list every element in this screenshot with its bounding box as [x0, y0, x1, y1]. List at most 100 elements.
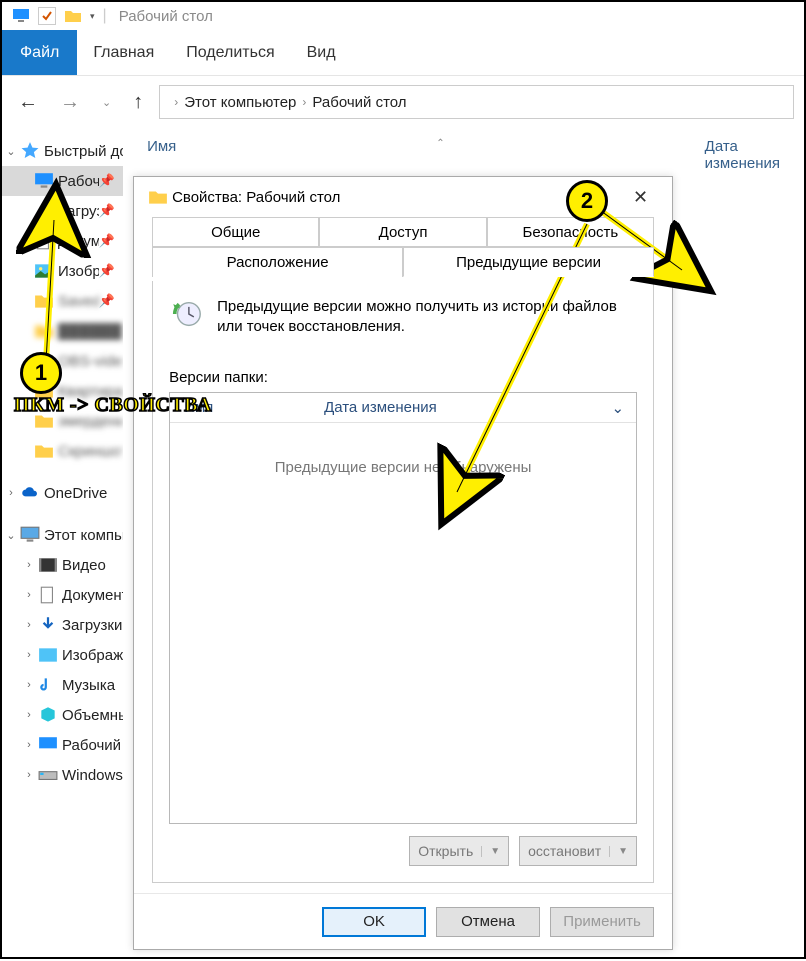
folder-icon: [34, 322, 54, 340]
dialog-titlebar[interactable]: Свойства: Рабочий стол ✕: [134, 177, 672, 217]
forward-button[interactable]: →: [54, 87, 86, 118]
monitor-icon: [12, 7, 30, 25]
up-button[interactable]: ↑: [127, 87, 149, 118]
music-icon: [38, 676, 58, 694]
breadcrumb-this-pc[interactable]: Этот компьютер: [184, 94, 296, 111]
restore-button[interactable]: осстановит▼: [519, 836, 637, 866]
tab-security[interactable]: Безопасность: [487, 217, 654, 247]
address-bar[interactable]: › Этот компьютер › Рабочий стол: [159, 85, 794, 119]
versions-listbox[interactable]: Имя Дата изменения ⌄ Предыдущие версии н…: [169, 392, 637, 824]
pin-icon: 📌: [99, 173, 115, 189]
ribbon-tabs: Файл Главная Поделиться Вид: [2, 30, 804, 76]
content-area: Имя ⌃ Дата изменения Свойства: Рабочий с…: [123, 128, 804, 957]
folder-icon: [34, 412, 54, 430]
sort-indicator-icon: ⌄: [611, 399, 624, 417]
tab-previous-versions[interactable]: Предыдущие версии: [403, 247, 654, 277]
folder-icon: [34, 292, 54, 310]
sidebar-music[interactable]: › Музыка: [2, 670, 123, 700]
folder-icon: [34, 382, 54, 400]
sidebar-folder-blurred[interactable]: ██████: [2, 316, 123, 346]
sidebar-downloads[interactable]: Загрузки 📌: [2, 196, 123, 226]
nav-toolbar: ← → ⌄ ↑ › Этот компьютер › Рабочий стол: [2, 76, 804, 128]
pin-icon: 📌: [99, 233, 115, 249]
sidebar-folder-blurred[interactable]: Saved📌: [2, 286, 123, 316]
folder-icon: [148, 188, 168, 206]
sidebar-folder-blurred[interactable]: эмердение: [2, 406, 123, 436]
sidebar-pictures[interactable]: Изображения 📌: [2, 256, 123, 286]
chevron-down-icon: ▼: [481, 846, 500, 857]
quick-access-toolbar-dropdown[interactable]: ▾: [90, 11, 95, 22]
monitor-icon: [34, 172, 54, 190]
star-icon: [20, 142, 40, 160]
sidebar-folder-blurred[interactable]: OBS-video: [2, 346, 123, 376]
dialog-buttons: OK Отмена Применить: [134, 893, 672, 949]
sidebar-onedrive[interactable]: › OneDrive: [2, 478, 123, 508]
sidebar-downloads-pc[interactable]: › Загрузки: [2, 610, 123, 640]
versions-columns[interactable]: Имя Дата изменения ⌄: [170, 393, 636, 423]
pictures-icon: [34, 262, 54, 280]
drive-icon: [38, 766, 58, 784]
pin-icon: 📌: [99, 203, 115, 219]
documents-icon: [38, 586, 58, 604]
close-button[interactable]: ✕: [623, 183, 658, 212]
downloads-icon: [34, 202, 54, 220]
tab-sharing[interactable]: Доступ: [319, 217, 486, 247]
folder-icon: [34, 352, 54, 370]
back-button[interactable]: ←: [12, 87, 44, 118]
sidebar-3d-objects[interactable]: › Объемные объе: [2, 700, 123, 730]
cloud-icon: [20, 484, 40, 502]
video-icon: [38, 556, 58, 574]
folder-icon: [34, 442, 54, 460]
documents-icon: [34, 232, 54, 250]
open-button[interactable]: Открыть▼: [409, 836, 509, 866]
tab-general[interactable]: Общие: [152, 217, 319, 247]
column-name[interactable]: Имя: [147, 138, 176, 172]
share-tab[interactable]: Поделиться: [170, 30, 290, 75]
window-titlebar: ▾ | Рабочий стол: [2, 2, 804, 30]
sidebar-this-pc[interactable]: ⌄ Этот компьютер: [2, 520, 123, 550]
versions-label: Версии папки:: [169, 369, 637, 386]
dialog-tabstrip: Общие Доступ Безопасность Расположение П…: [134, 217, 672, 281]
view-tab[interactable]: Вид: [291, 30, 352, 75]
sidebar-desktop[interactable]: Рабочий стол 📌: [2, 166, 123, 196]
restore-description: Предыдущие версии можно получить из исто…: [217, 297, 637, 338]
folder-icon: [64, 7, 82, 25]
column-date[interactable]: Дата изменения: [705, 138, 780, 172]
monitor-icon: [38, 736, 58, 754]
sidebar-drive-c[interactable]: › Windows 10 (C:): [2, 760, 123, 790]
versions-col-date[interactable]: Дата изменения: [310, 399, 451, 416]
sidebar-documents[interactable]: Документы 📌: [2, 226, 123, 256]
sidebar-quick-access[interactable]: ⌄ Быстрый доступ: [2, 136, 123, 166]
sidebar-desktop-pc[interactable]: › Рабочий стол: [2, 730, 123, 760]
downloads-icon: [38, 616, 58, 634]
tab-location[interactable]: Расположение: [152, 247, 403, 277]
recent-dropdown[interactable]: ⌄: [96, 92, 117, 113]
chevron-down-icon: ▼: [609, 846, 628, 857]
pin-icon: 📌: [99, 293, 115, 309]
home-tab[interactable]: Главная: [77, 30, 170, 75]
sidebar-pictures-pc[interactable]: › Изображения: [2, 640, 123, 670]
sidebar-folder-blurred[interactable]: Квартира: [2, 376, 123, 406]
dialog-title-text: Свойства: Рабочий стол: [172, 189, 623, 206]
chevron-right-icon[interactable]: ›: [174, 95, 178, 109]
breadcrumb-desktop[interactable]: Рабочий стол: [312, 94, 406, 111]
apply-button[interactable]: Применить: [550, 907, 654, 937]
checkbox-icon: [38, 7, 56, 25]
cube-icon: [38, 706, 58, 724]
chevron-right-icon[interactable]: ›: [302, 95, 306, 109]
window-title-text: Рабочий стол: [119, 8, 213, 25]
pictures-icon: [38, 646, 58, 664]
navigation-pane: ⌄ Быстрый доступ Рабочий стол 📌 Загрузки…: [2, 128, 123, 957]
ok-button[interactable]: OK: [322, 907, 426, 937]
pin-icon: 📌: [99, 263, 115, 279]
sidebar-documents-pc[interactable]: › Документы: [2, 580, 123, 610]
sidebar-videos[interactable]: › Видео: [2, 550, 123, 580]
column-headers[interactable]: Имя ⌃ Дата изменения: [123, 128, 804, 180]
versions-col-name[interactable]: Имя: [170, 399, 310, 416]
tab-body-previous-versions: Предыдущие версии можно получить из исто…: [152, 281, 654, 883]
cancel-button[interactable]: Отмена: [436, 907, 540, 937]
restore-clock-icon: [169, 297, 203, 345]
properties-dialog: Свойства: Рабочий стол ✕ Общие Доступ Бе…: [133, 176, 673, 950]
file-tab[interactable]: Файл: [2, 30, 77, 75]
sidebar-folder-blurred[interactable]: Скриншоты: [2, 436, 123, 466]
